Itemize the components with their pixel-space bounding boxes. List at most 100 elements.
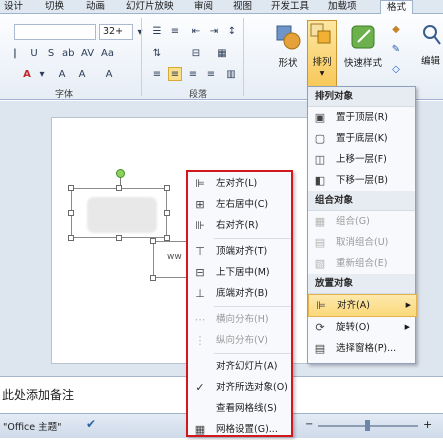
align-menu-item[interactable]: ✓ 对齐所选对象(O) [188, 377, 291, 398]
menu-item-label: 对齐所选对象(O) [216, 382, 288, 393]
tab-transitions[interactable]: 切换 [45, 0, 64, 14]
resize-handle[interactable] [68, 210, 74, 216]
resize-handle[interactable] [68, 185, 74, 191]
tab-review[interactable]: 审阅 [194, 0, 213, 14]
smartart-icon[interactable]: ▦ [215, 46, 229, 60]
tab-addins[interactable]: 加载项 [328, 0, 357, 14]
increase-indent-icon[interactable]: ⇥ [207, 24, 221, 38]
menu-item-label: 重新组合(E) [336, 258, 388, 269]
decrease-indent-icon[interactable]: ⇤ [189, 24, 203, 38]
arrange-menu-item[interactable]: ▧ 重新组合(E) [308, 253, 415, 274]
tab-slideshow[interactable]: 幻灯片放映 [126, 0, 174, 14]
distribute-vertical-icon: ⋮ [194, 334, 206, 347]
menu-item-label: 组合(G) [336, 216, 370, 227]
resize-handle[interactable] [68, 235, 74, 241]
line-spacing-icon[interactable]: ↕ [225, 24, 239, 38]
text-align-right-icon[interactable]: ≡ [186, 67, 200, 81]
align-text-icon[interactable]: ⊟ [189, 46, 203, 60]
tab-animations[interactable]: 动画 [86, 0, 105, 14]
arrange-menu-item[interactable]: ⊫ 对齐(A) ▶ [308, 294, 417, 317]
rotation-handle[interactable] [116, 169, 125, 178]
align-menu-item[interactable]: ▦ 网格设置(G)... [188, 419, 291, 440]
text-justify-icon[interactable]: ≡ [204, 67, 218, 81]
underline-icon[interactable]: U [27, 46, 41, 60]
font-color-dropdown-icon[interactable]: ▾ [35, 67, 49, 81]
arrange-icon [310, 23, 331, 44]
align-menu-item[interactable]: ⊫ 左对齐(L) [188, 173, 291, 194]
clear-format-icon[interactable]: A [102, 67, 116, 81]
align-submenu: ⊫ 左对齐(L) ⊞ 左右居中(C) ⊪ 右对齐(R) ⊤ 顶端对齐(T) ⊟ 上下居中(M) ⊥ 底… [186, 170, 293, 437]
arrange-menu-item[interactable]: ◧ 下移一层(B) [308, 170, 415, 191]
arrange-menu-item[interactable]: ▢ 置于底层(K) [308, 128, 415, 149]
bullets-icon[interactable]: ☰ [150, 24, 164, 38]
tab-format[interactable]: 格式 [380, 0, 414, 15]
align-menu-item[interactable]: 对齐幻灯片(A) [188, 356, 291, 377]
shape-fill-icon[interactable]: ◆ [389, 22, 403, 36]
columns-icon[interactable]: ▥ [224, 67, 238, 81]
quick-styles-button[interactable]: 快速样式 [342, 22, 384, 86]
text-align-left-icon[interactable]: ≡ [150, 67, 164, 81]
arrange-menu-item[interactable]: ▤ 选择窗格(P)... [308, 338, 415, 359]
shapes-button[interactable]: 形状 [272, 22, 304, 86]
quick-styles-icon [351, 25, 375, 49]
strikethrough-icon[interactable]: S [44, 46, 58, 60]
abc-icon[interactable]: ab [61, 46, 75, 60]
align-menu-item[interactable]: ⊤ 顶端对齐(T) [188, 241, 291, 262]
text-direction-icon[interactable]: ⇅ [150, 46, 164, 60]
tab-view[interactable]: 视图 [233, 0, 252, 14]
menu-item-label: 置于底层(K) [336, 133, 388, 144]
arrange-menu-body: 排列对象 ▣ 置于顶层(R) ▢ 置于底层(K) ◫ 上移一层(F) ◧ 下移一层(B) 组合对象… [308, 87, 417, 359]
font-color-icon[interactable]: A [20, 67, 34, 81]
menu-item-label: 上移一层(F) [336, 154, 387, 165]
font-size-dropdown-icon[interactable]: ▾ [133, 25, 147, 39]
char-spacing-icon[interactable]: AV [80, 46, 94, 60]
align-menu-item[interactable]: 查看网格线(S) [188, 398, 291, 419]
spell-check-icon[interactable]: ✔ [86, 417, 96, 431]
shape-outline-icon[interactable]: ✎ [389, 42, 403, 56]
align-menu-item[interactable]: ⊞ 左右居中(C) [188, 194, 291, 215]
resize-handle[interactable] [116, 235, 122, 241]
text-align-center-icon[interactable]: ≡ [168, 67, 182, 81]
shape-effects-icon[interactable]: ◇ [389, 62, 403, 76]
change-case-icon[interactable]: Aa [100, 46, 114, 60]
resize-handle[interactable] [150, 238, 156, 244]
arrange-menu-item[interactable]: ▤ 取消组合(U) [308, 232, 415, 253]
tab-design[interactable]: 设计 [4, 0, 23, 14]
edit-button[interactable]: 编辑 [418, 22, 443, 86]
increase-font-icon[interactable]: A [55, 67, 69, 81]
menu-item-label: 左右居中(C) [216, 199, 269, 210]
regroup-icon: ▧ [314, 257, 326, 270]
arrange-menu-item[interactable]: ▦ 组合(G) [308, 211, 415, 232]
align-menu-item[interactable]: ⊥ 底端对齐(B) [188, 283, 291, 304]
zoom-out-icon[interactable]: − [305, 419, 313, 430]
align-menu-item[interactable]: ⋯ 横向分布(H) [188, 309, 291, 330]
font-size-value: 32+ [103, 26, 124, 37]
align-menu-item[interactable]: ⋮ 纵向分布(V) [188, 330, 291, 351]
resize-handle[interactable] [164, 185, 170, 191]
resize-handle[interactable] [116, 185, 122, 191]
align-menu-item[interactable]: ⊪ 右对齐(R) [188, 215, 291, 236]
numbering-icon[interactable]: ≡ [168, 24, 182, 38]
decrease-font-icon[interactable]: A [75, 67, 89, 81]
arrange-menu-item[interactable]: ▣ 置于顶层(R) [308, 107, 415, 128]
edit-label: 编辑 [420, 56, 440, 67]
arrange-menu-item[interactable]: ◫ 上移一层(F) [308, 149, 415, 170]
zoom-in-icon[interactable]: + [423, 418, 432, 431]
resize-handle[interactable] [164, 210, 170, 216]
align-menu-item[interactable]: ⊟ 上下居中(M) [188, 262, 291, 283]
font-size-combo[interactable]: 32+ [99, 24, 133, 40]
arrange-menu-item[interactable]: ⟳ 旋转(O) ▶ [308, 317, 415, 338]
bold-icon[interactable]: | [8, 46, 22, 60]
font-name-combo[interactable] [14, 24, 96, 40]
menu-item-label: 底端对齐(B) [216, 288, 268, 299]
menu-item-label: 横向分布(H) [216, 314, 269, 325]
arrange-button[interactable]: 排列 ▾ [307, 20, 337, 88]
resize-handle[interactable] [150, 275, 156, 281]
zoom-slider-thumb[interactable] [365, 420, 370, 431]
submenu-arrow-icon: ▶ [404, 323, 410, 331]
arrange-menu: 排列对象 ▣ 置于顶层(R) ▢ 置于底层(K) ◫ 上移一层(F) ◧ 下移一层(B) 组合对象… [307, 86, 417, 364]
menu-item-label: 左对齐(L) [216, 178, 258, 189]
align-center-icon: ⊞ [195, 198, 205, 211]
align-icon: ⊫ [316, 299, 326, 312]
tab-developer[interactable]: 开发工具 [271, 0, 309, 14]
